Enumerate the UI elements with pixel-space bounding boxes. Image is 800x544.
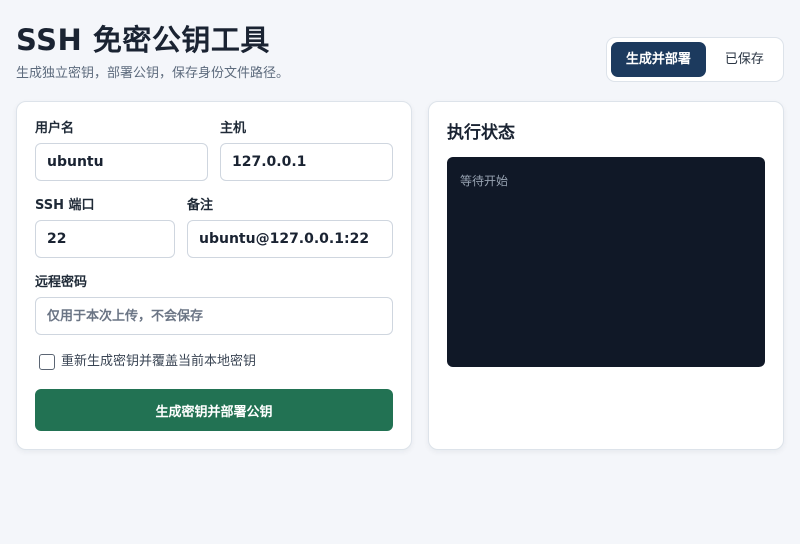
- host-input[interactable]: [220, 143, 393, 181]
- page-subtitle: 生成独立密钥，部署公钥，保存身份文件路径。: [16, 66, 290, 81]
- status-title: 执行状态: [447, 123, 515, 143]
- regenerate-label[interactable]: 重新生成密钥并覆盖当前本地密钥: [61, 353, 256, 371]
- page-header: SSH 免密公钥工具 生成独立密钥，部署公钥，保存身份文件路径。 生成并部署 已…: [16, 22, 784, 86]
- deploy-form-card: 用户名 主机 SSH 端口 备注 远程密码 重新生成密钥并覆盖当前本地密钥 生成…: [16, 101, 412, 450]
- regenerate-checkbox[interactable]: [39, 354, 55, 370]
- host-label: 主机: [220, 121, 247, 136]
- note-label: 备注: [187, 198, 214, 213]
- note-input[interactable]: [187, 220, 393, 258]
- status-log-text: 等待开始: [460, 174, 509, 188]
- status-card: 执行状态 等待开始: [428, 101, 784, 450]
- password-input[interactable]: [35, 297, 393, 335]
- tab-generate-deploy[interactable]: 生成并部署: [611, 42, 706, 77]
- status-console: 等待开始: [447, 157, 765, 367]
- generate-deploy-button[interactable]: 生成密钥并部署公钥: [35, 389, 393, 431]
- username-input[interactable]: [35, 143, 208, 181]
- page-title: SSH 免密公钥工具: [16, 23, 270, 57]
- password-label: 远程密码: [35, 275, 88, 290]
- regenerate-option: 重新生成密钥并覆盖当前本地密钥: [39, 353, 256, 371]
- port-label: SSH 端口: [35, 198, 95, 213]
- view-tabs: 生成并部署 已保存: [606, 37, 784, 82]
- port-input[interactable]: [35, 220, 175, 258]
- username-label: 用户名: [35, 121, 75, 136]
- tab-saved[interactable]: 已保存: [710, 42, 779, 77]
